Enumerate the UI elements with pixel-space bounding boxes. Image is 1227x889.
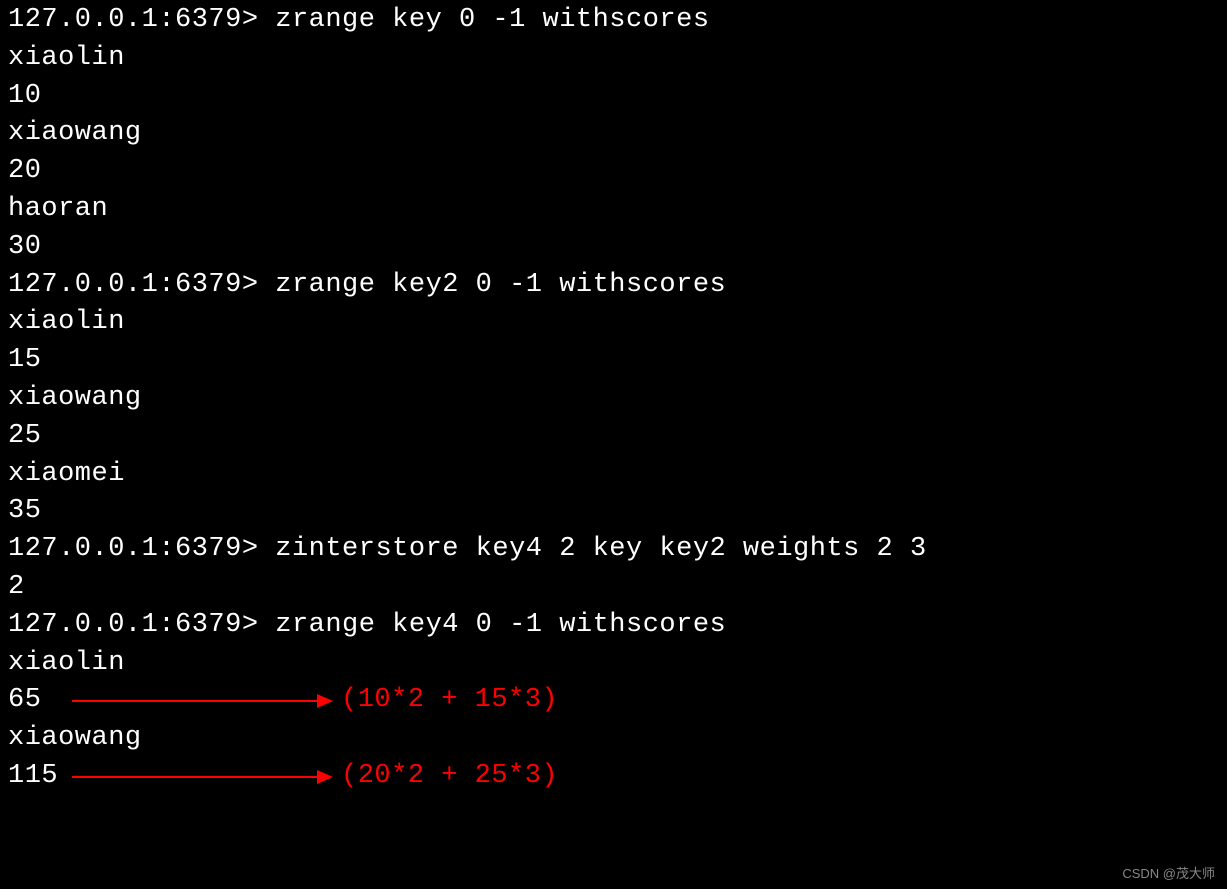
command-line-3[interactable]: 127.0.0.1:6379> zinterstore key4 2 key k…	[8, 531, 1219, 569]
output-line: 10	[8, 78, 1219, 116]
output-line: 35	[8, 493, 1219, 531]
output-line: 2	[8, 569, 1219, 607]
calculation-annotation: (10*2 + 15*3)	[341, 682, 558, 720]
output-line: haoran	[8, 191, 1219, 229]
command-text: zrange key4 0 -1 withscores	[275, 610, 726, 640]
output-line: 30	[8, 229, 1219, 267]
output-line: xiaolin	[8, 40, 1219, 78]
command-text: zrange key2 0 -1 withscores	[275, 270, 726, 300]
annotated-score-row: 115 (20*2 + 25*3)	[8, 758, 1219, 796]
annotated-score-row: 65 (10*2 + 15*3)	[8, 682, 1219, 720]
calculation-annotation: (20*2 + 25*3)	[341, 758, 558, 796]
prompt: 127.0.0.1:6379>	[8, 5, 275, 35]
output-line: xiaolin	[8, 304, 1219, 342]
prompt: 127.0.0.1:6379>	[8, 610, 275, 640]
output-line: xiaomei	[8, 456, 1219, 494]
prompt: 127.0.0.1:6379>	[8, 270, 275, 300]
output-line: 20	[8, 153, 1219, 191]
command-line-1[interactable]: 127.0.0.1:6379> zrange key 0 -1 withscor…	[8, 2, 1219, 40]
arrow-icon	[72, 770, 333, 784]
output-line: xiaolin	[8, 645, 1219, 683]
output-line: 15	[8, 342, 1219, 380]
output-line: 25	[8, 418, 1219, 456]
arrow-icon	[72, 694, 333, 708]
command-text: zinterstore key4 2 key key2 weights 2 3	[275, 534, 926, 564]
output-line: xiaowang	[8, 720, 1219, 758]
output-score: 65	[8, 682, 60, 720]
prompt: 127.0.0.1:6379>	[8, 534, 275, 564]
command-line-4[interactable]: 127.0.0.1:6379> zrange key4 0 -1 withsco…	[8, 607, 1219, 645]
output-line: xiaowang	[8, 115, 1219, 153]
command-line-2[interactable]: 127.0.0.1:6379> zrange key2 0 -1 withsco…	[8, 267, 1219, 305]
output-score: 115	[8, 758, 60, 796]
command-text: zrange key 0 -1 withscores	[275, 5, 709, 35]
output-line: xiaowang	[8, 380, 1219, 418]
watermark: CSDN @茂大师	[1122, 865, 1215, 883]
